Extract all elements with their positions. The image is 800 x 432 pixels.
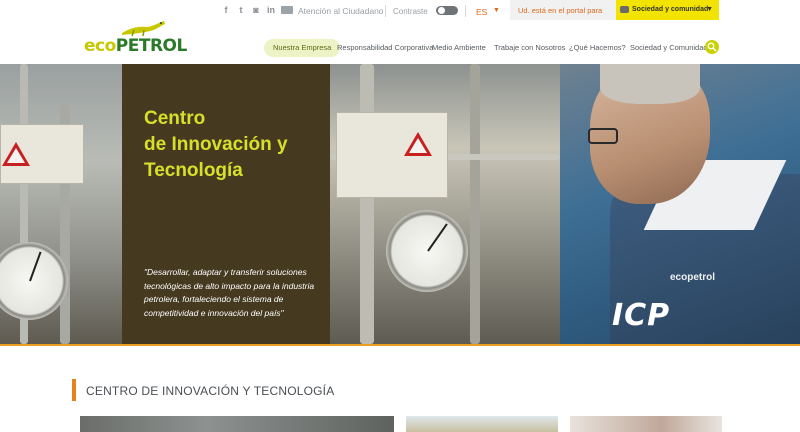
warning-icon [404, 132, 432, 156]
content-thumbnail[interactable] [406, 416, 558, 432]
hero-title-line: Centro [144, 108, 206, 129]
pipe [470, 64, 480, 344]
worker-hair [600, 64, 700, 104]
section-accent-bar [72, 379, 76, 401]
hero-title-line: de Innovación y [144, 134, 288, 155]
section-title: CENTRO DE INNOVACIÓN Y TECNOLOGÍA [86, 384, 335, 398]
caret-down-icon[interactable]: ▼ [493, 7, 500, 14]
twitter-icon[interactable]: t [236, 5, 246, 15]
content-thumbnail[interactable] [570, 416, 722, 432]
worker-glasses [588, 128, 618, 144]
pipe [360, 64, 374, 344]
hero-banner [0, 64, 800, 344]
mail-icon[interactable] [281, 6, 293, 14]
ciudadano-link[interactable]: Atención al Ciudadano [298, 6, 384, 16]
nav-item-sociedad[interactable]: Sociedad y Comunidad [630, 39, 708, 57]
social-links: f t ◙ in [221, 5, 293, 15]
shirt-logo: ecopetrol [670, 272, 716, 283]
portal-selected-value: Sociedad y comunidad [632, 6, 709, 13]
nav-item-que-hacemos[interactable]: ¿Qué Hacemos? [569, 39, 626, 57]
nav-item-trabaje[interactable]: Trabaje con Nosotros [494, 39, 565, 57]
page: f t ◙ in Atención al Ciudadano Contraste… [0, 0, 800, 432]
chat-bubble-icon [620, 6, 629, 13]
pressure-gauge [386, 210, 468, 292]
instagram-icon[interactable]: ◙ [251, 5, 261, 15]
hero-title: Centro de Innovación y Tecnología [144, 106, 324, 184]
language-selector[interactable]: ES [476, 7, 487, 17]
warning-icon [2, 142, 30, 166]
search-button[interactable] [705, 40, 719, 54]
nav-item-nuestra-empresa[interactable]: Nuestra Empresa [264, 39, 341, 57]
portal-label: Ud. está en el portal para [510, 0, 616, 20]
content-thumbnail[interactable] [80, 416, 394, 432]
hero-quote: "Desarrollar, adaptar y transferir soluc… [144, 267, 315, 318]
nav-item-responsabilidad[interactable]: Responsabilidad Corporativa [337, 39, 433, 57]
portal-dropdown[interactable]: Sociedad y comunidad ▼ [616, 0, 719, 20]
iguana-icon [122, 21, 165, 37]
caret-down-icon: ▼ [706, 6, 713, 13]
search-icon [707, 42, 717, 52]
facebook-icon[interactable]: f [221, 5, 231, 15]
icp-logo: ICP [612, 298, 671, 333]
main-nav: Nuestra Empresa Responsabilidad Corporat… [0, 39, 800, 59]
divider [385, 5, 386, 17]
hero-bottom-accent [0, 344, 800, 346]
nav-item-medio-ambiente[interactable]: Medio Ambiente [432, 39, 486, 57]
hero-title-line: Tecnología [144, 160, 243, 181]
contrast-toggle[interactable] [436, 6, 458, 15]
contrast-label: Contraste [393, 7, 428, 16]
linkedin-icon[interactable]: in [266, 5, 276, 15]
divider [465, 5, 466, 17]
